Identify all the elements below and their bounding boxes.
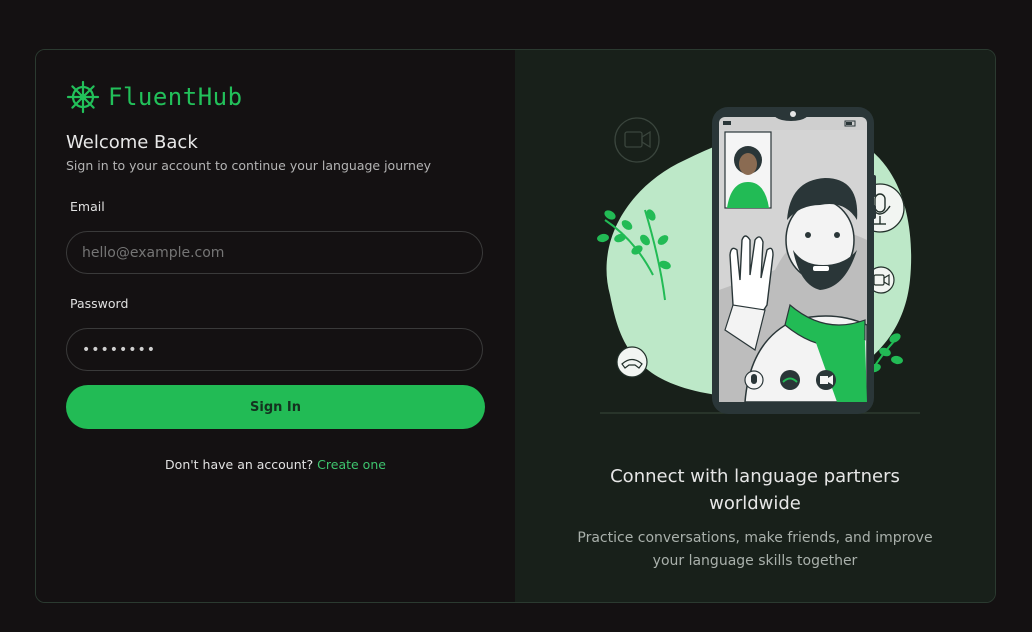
email-field[interactable] <box>66 231 483 274</box>
page-title: Welcome Back <box>66 132 198 153</box>
sign-in-button[interactable]: Sign In <box>66 385 485 429</box>
email-label: Email <box>70 199 105 214</box>
brand-name: FluentHub <box>108 83 243 111</box>
promo-title: Connect with language partners worldwide <box>610 466 900 514</box>
video-camera-icon <box>614 117 660 163</box>
video-call-illustration <box>597 107 920 414</box>
password-label: Password <box>70 296 129 311</box>
logo: FluentHub <box>66 80 243 114</box>
promo-panel: Connect with language partners worldwide… <box>515 50 995 602</box>
call-controls <box>744 370 836 390</box>
create-account-link[interactable]: Create one <box>317 457 386 472</box>
helm-logo-icon <box>66 80 100 114</box>
signup-prompt: Don't have an account? Create one <box>36 457 515 472</box>
login-card: FluentHub Welcome Back Sign in to your a… <box>35 49 996 603</box>
page-subtitle: Sign in to your account to continue your… <box>66 158 432 173</box>
phone-hangup-icon <box>616 346 648 378</box>
password-field[interactable] <box>66 328 483 371</box>
login-panel: FluentHub Welcome Back Sign in to your a… <box>36 50 515 602</box>
signup-prompt-text: Don't have an account? <box>165 457 314 472</box>
promo-description: Practice conversations, make friends, an… <box>577 530 933 569</box>
